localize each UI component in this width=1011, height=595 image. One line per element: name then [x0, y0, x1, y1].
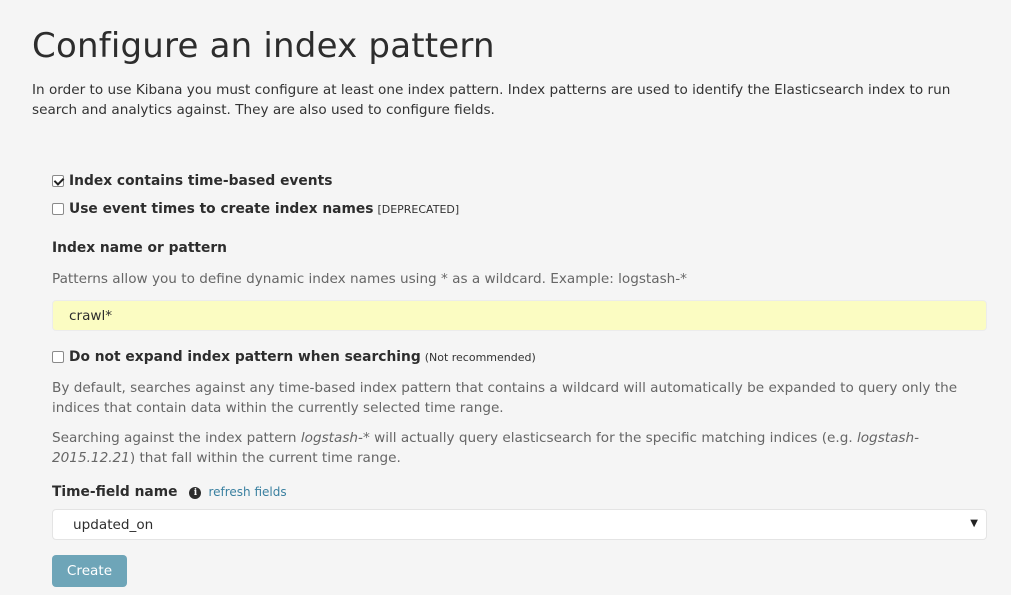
time-field-selected-value: updated_on [73, 516, 154, 533]
help2-pattern-example: logstash-* [300, 430, 370, 446]
event-times-checkbox-row[interactable]: Use event times to create index names [D… [52, 201, 459, 217]
index-pattern-label: Index name or pattern [52, 240, 228, 256]
time-based-label: Index contains time-based events [69, 173, 333, 189]
help2-text-b: will actually query elasticsearch for th… [369, 430, 857, 446]
index-pattern-input[interactable] [52, 300, 987, 331]
time-based-checkbox-row[interactable]: Index contains time-based events [52, 173, 332, 189]
time-field-select[interactable]: updated_on ▼ [52, 509, 987, 540]
caret-down-icon: ▼ [970, 518, 978, 529]
help2-text-c: ) that fall within the current time rang… [129, 450, 401, 466]
page-title: Configure an index pattern [32, 26, 495, 66]
index-pattern-help: Patterns allow you to define dynamic ind… [52, 271, 687, 287]
refresh-fields-link[interactable]: refresh fields [208, 485, 286, 499]
no-expand-label: Do not expand index pattern when searchi… [69, 349, 421, 365]
no-expand-help-2: Searching against the index pattern logs… [52, 428, 987, 468]
create-button[interactable]: Create [52, 555, 127, 587]
time-field-label-row: Time-field name i refresh fields [52, 484, 287, 500]
time-field-label: Time-field name [52, 484, 178, 500]
deprecated-note: [DEPRECATED] [377, 202, 460, 216]
not-recommended-note: (Not recommended) [424, 350, 536, 364]
no-expand-checkbox-row[interactable]: Do not expand index pattern when searchi… [52, 349, 536, 365]
event-times-checkbox[interactable] [52, 203, 64, 215]
no-expand-help-1: By default, searches against any time-ba… [52, 380, 958, 416]
event-times-label: Use event times to create index names [69, 201, 374, 217]
configure-index-pattern-page: Configure an index pattern In order to u… [0, 0, 1011, 595]
help2-text-a: Searching against the index pattern [52, 430, 301, 446]
info-circle-icon[interactable]: i [189, 487, 202, 499]
no-expand-checkbox[interactable] [52, 351, 64, 363]
page-intro: In order to use Kibana you must configur… [32, 82, 951, 118]
time-based-checkbox[interactable] [52, 175, 64, 187]
